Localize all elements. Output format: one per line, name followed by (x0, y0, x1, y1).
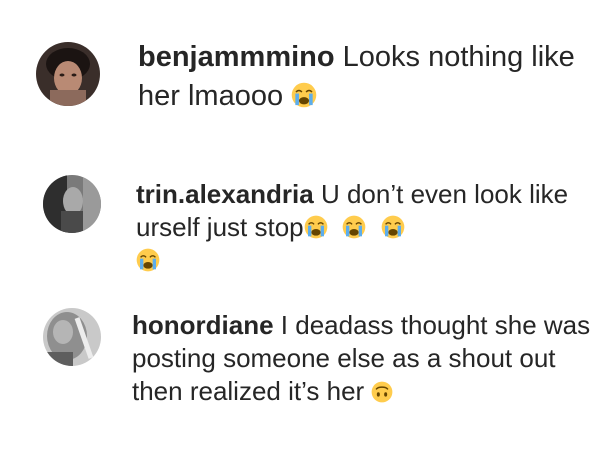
loudly-crying-face-icon (381, 215, 405, 239)
avatar[interactable] (43, 308, 101, 366)
comment-text: honordiane I deadass thought she was pos… (132, 309, 592, 408)
loudly-crying-face-icon (136, 248, 160, 272)
comment-username[interactable]: trin.alexandria (136, 179, 314, 209)
avatar[interactable] (36, 42, 100, 106)
comment-username[interactable]: benjammmino (138, 41, 335, 73)
avatar[interactable] (43, 175, 101, 233)
comment-text: trin.alexandria U don’t even look like u… (136, 178, 596, 277)
comment-text: benjammmino Looks nothing like her lmaoo… (138, 38, 598, 116)
loudly-crying-face-icon (342, 215, 366, 239)
loudly-crying-face-icon (304, 215, 328, 239)
upside-down-face-icon (371, 381, 393, 403)
comment-username[interactable]: honordiane (132, 310, 274, 340)
loudly-crying-face-icon (291, 82, 317, 108)
